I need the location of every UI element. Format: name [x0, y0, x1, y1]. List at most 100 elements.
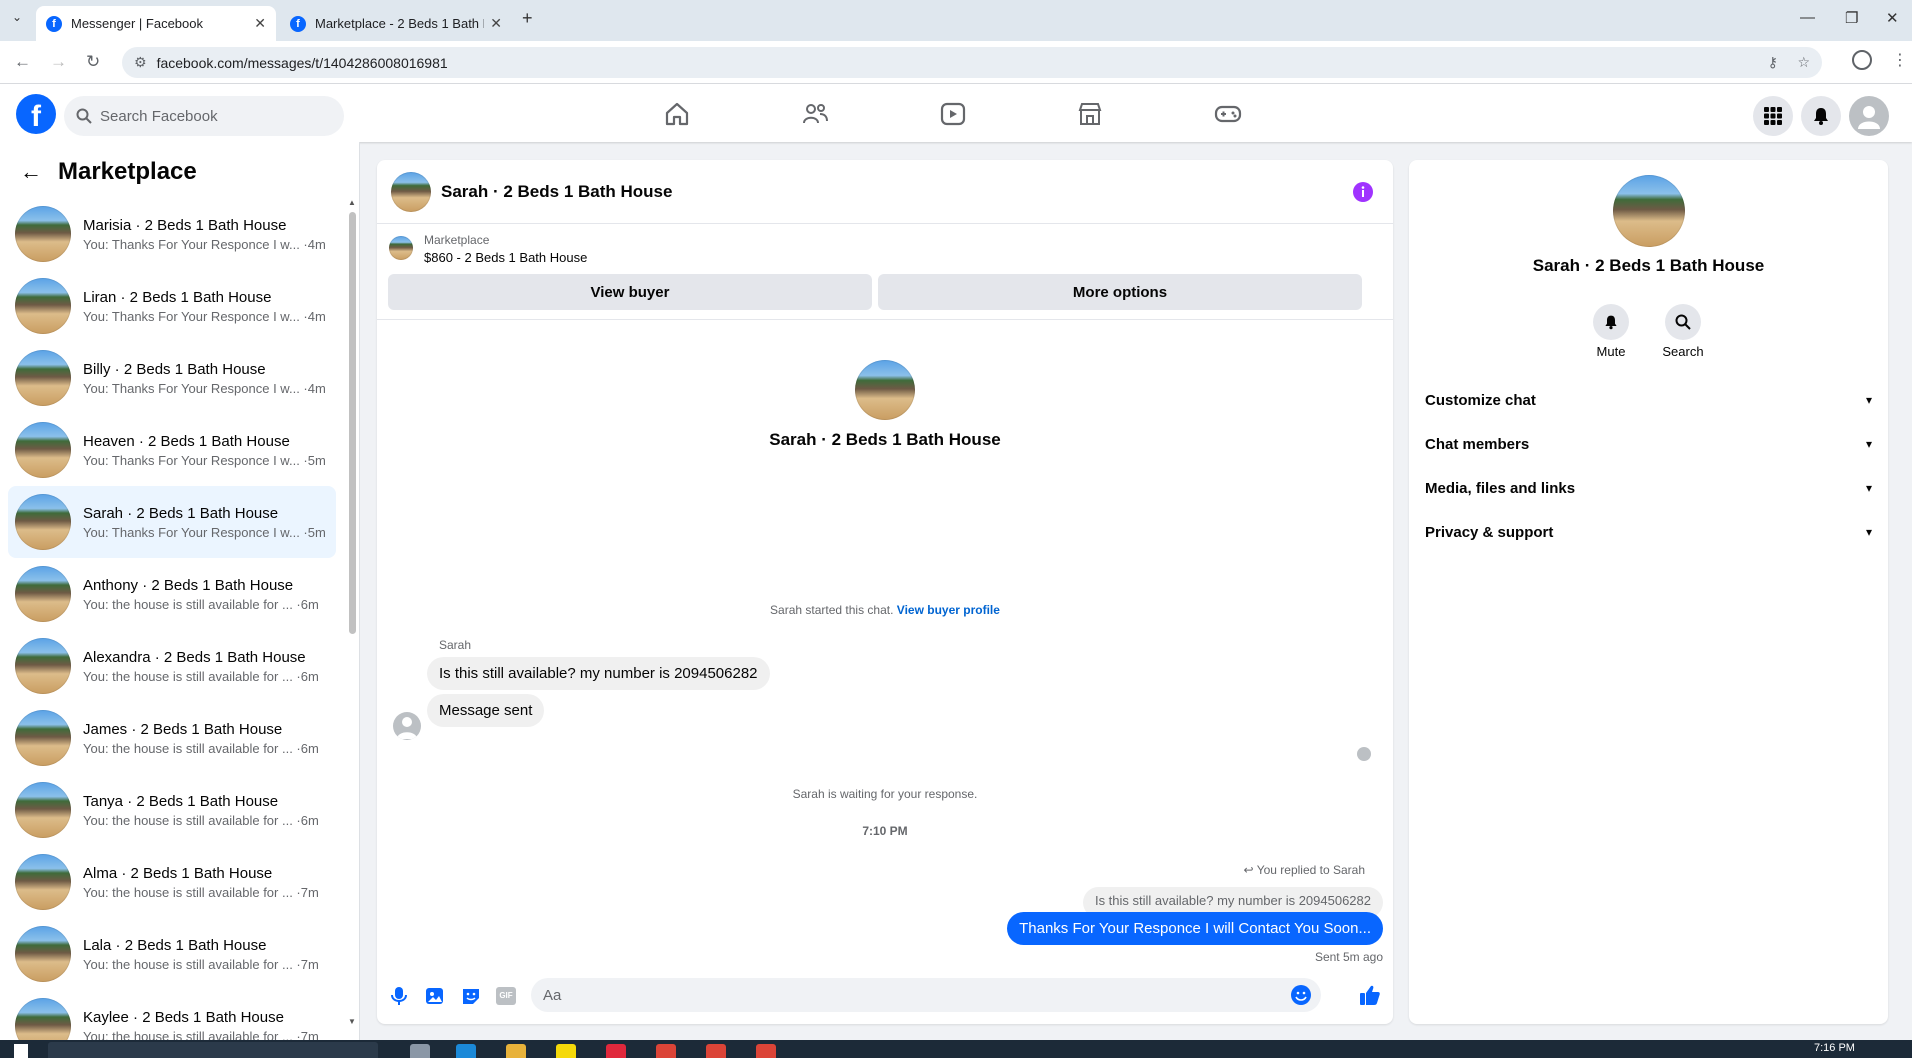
chevron-down-icon: ▾	[1865, 437, 1872, 451]
privacy-support-row[interactable]: Privacy & support ▾	[1425, 512, 1872, 552]
password-key-icon[interactable]: ⚷	[1768, 54, 1778, 71]
scrollbar-thumb[interactable]	[349, 212, 356, 634]
conversation-snippet: You: Thanks For Your Responce I w... ·4m	[83, 308, 326, 324]
chrome-icon[interactable]	[656, 1044, 676, 1058]
conversation-item[interactable]: Anthony · 2 Beds 1 Bath House You: the ho…	[8, 558, 336, 630]
sticker-icon[interactable]	[461, 986, 481, 1006]
back-icon[interactable]: ←	[14, 52, 31, 72]
sticky-notes-icon[interactable]	[556, 1044, 576, 1058]
conversation-item[interactable]: Kaylee · 2 Beds 1 Bath House You: the hou…	[8, 990, 336, 1040]
minimize-icon[interactable]: —	[1800, 9, 1815, 26]
chat-info-panel: Sarah · 2 Beds 1 Bath House Mute Search …	[1409, 160, 1888, 1024]
photo-icon[interactable]	[425, 986, 445, 1006]
conversation-snippet: You: the house is still available for ..…	[83, 740, 319, 756]
emoji-icon[interactable]	[1291, 985, 1311, 1005]
listing-avatar	[15, 422, 71, 478]
restore-icon[interactable]: ❐	[1845, 9, 1858, 27]
menu-grid-button[interactable]	[1753, 96, 1793, 136]
menu-kebab-icon[interactable]: ⋮	[1892, 50, 1908, 70]
more-options-button[interactable]: More options	[878, 274, 1362, 310]
bookmark-star-icon[interactable]: ☆	[1797, 54, 1810, 71]
taskbar-search-box[interactable]	[48, 1042, 378, 1058]
incoming-message[interactable]: Message sent	[427, 694, 545, 727]
conversation-snippet: You: the house is still available for ..…	[83, 1028, 319, 1041]
tab-messenger[interactable]: f Messenger | Facebook ✕	[36, 6, 276, 41]
message-input[interactable]: Aa	[531, 978, 1321, 1012]
info-icon[interactable]	[1353, 182, 1373, 202]
conversation-name: Tanya · 2 Beds 1 Bath House	[83, 792, 279, 810]
sender-name: Sarah	[439, 638, 472, 652]
marketplace-label: Marketplace	[424, 233, 490, 247]
listing-avatar	[15, 278, 71, 334]
conversation-item[interactable]: Alma · 2 Beds 1 Bath House You: the house…	[8, 846, 336, 918]
scroll-up-arrow-icon[interactable]: ▲	[348, 198, 356, 207]
close-window-icon[interactable]: ✕	[1886, 9, 1899, 27]
view-buyer-button[interactable]: View buyer	[388, 274, 872, 310]
file-explorer-icon[interactable]	[506, 1044, 526, 1058]
conversation-name: Lala · 2 Beds 1 Bath House	[83, 936, 267, 954]
thumbs-up-icon[interactable]	[1359, 984, 1381, 1006]
chat-title[interactable]: Sarah · 2 Beds 1 Bath House	[441, 182, 672, 202]
facebook-logo[interactable]: f	[16, 94, 56, 134]
microphone-icon[interactable]	[390, 986, 408, 1006]
account-avatar[interactable]	[1849, 96, 1889, 136]
edge-icon[interactable]	[456, 1044, 476, 1058]
conversation-item[interactable]: James · 2 Beds 1 Bath House You: the hous…	[8, 702, 336, 774]
listing-avatar	[15, 854, 71, 910]
outgoing-message[interactable]: Thanks For Your Responce I will Contact …	[1007, 912, 1383, 945]
input-placeholder: Aa	[543, 986, 562, 1004]
started-text: Sarah started this chat.	[770, 603, 894, 617]
chrome-active-icon[interactable]	[756, 1044, 776, 1058]
home-icon[interactable]	[663, 100, 691, 128]
conversation-item[interactable]: Billy · 2 Beds 1 Bath House You: Thanks F…	[8, 342, 336, 414]
scroll-down-arrow-icon[interactable]: ▼	[348, 1017, 356, 1026]
app-icon[interactable]	[606, 1044, 626, 1058]
listing-thumbnail[interactable]	[389, 236, 413, 260]
facebook-favicon-icon: f	[46, 15, 62, 32]
forward-icon[interactable]: →	[50, 52, 67, 72]
new-tab-icon[interactable]: +	[522, 8, 533, 29]
close-tab-icon[interactable]: ✕	[254, 15, 266, 32]
conversation-item-active[interactable]: Sarah · 2 Beds 1 Bath House You: Thanks F…	[8, 486, 336, 558]
tab-search-chevron-icon[interactable]: ⌄	[12, 10, 22, 24]
conversation-snippet: You: Thanks For Your Responce I w... ·4m	[83, 236, 326, 252]
conversation-item[interactable]: Tanya · 2 Beds 1 Bath House You: the hous…	[8, 774, 336, 846]
notifications-button[interactable]	[1801, 96, 1841, 136]
friends-icon[interactable]	[801, 100, 829, 128]
search-in-chat-button[interactable]	[1665, 304, 1701, 340]
taskview-icon[interactable]	[410, 1044, 430, 1058]
windows-start-icon[interactable]	[14, 1044, 28, 1058]
reload-icon[interactable]: ↻	[86, 52, 100, 72]
url-field[interactable]: ⚙ facebook.com/messages/t/14042860080169…	[122, 47, 1822, 78]
chrome-icon[interactable]	[706, 1044, 726, 1058]
message-composer: GIF Aa	[377, 968, 1393, 1024]
tab-marketplace[interactable]: f Marketplace - 2 Beds 1 Bath Ho ✕	[280, 6, 512, 41]
sidebar-scrollbar[interactable]: ▲ ▼	[348, 198, 356, 1026]
tab-label: Marketplace - 2 Beds 1 Bath Ho	[315, 16, 485, 31]
chat-avatar[interactable]	[391, 171, 431, 212]
conversation-item[interactable]: Liran · 2 Beds 1 Bath House You: Thanks F…	[8, 270, 336, 342]
profile-icon[interactable]	[1852, 50, 1872, 70]
conversation-item[interactable]: Heaven · 2 Beds 1 Bath House You: Thanks …	[8, 414, 336, 486]
marketplace-icon[interactable]	[1076, 100, 1104, 128]
profile-avatar[interactable]	[1613, 175, 1685, 247]
listing-title[interactable]: $860 - 2 Beds 1 Bath House	[424, 250, 587, 265]
listing-avatar	[15, 998, 71, 1040]
conversation-item[interactable]: Lala · 2 Beds 1 Bath House You: the house…	[8, 918, 336, 990]
gaming-icon[interactable]	[1214, 100, 1242, 128]
incoming-message[interactable]: Is this still available? my number is 20…	[427, 657, 770, 690]
customize-chat-row[interactable]: Customize chat ▾	[1425, 380, 1872, 420]
back-arrow-icon[interactable]: ←	[20, 159, 42, 185]
seen-indicator-icon	[1357, 747, 1371, 761]
media-files-links-row[interactable]: Media, files and links ▾	[1425, 468, 1872, 508]
site-info-icon[interactable]: ⚙	[134, 54, 147, 71]
view-buyer-profile-link[interactable]: View buyer profile	[897, 603, 1000, 617]
search-facebook-input[interactable]: Search Facebook	[64, 96, 344, 136]
mute-button[interactable]	[1593, 304, 1629, 340]
conversation-item[interactable]: Marisia · 2 Beds 1 Bath House You: Thanks…	[8, 198, 336, 270]
gif-icon[interactable]: GIF	[496, 987, 516, 1005]
close-tab-icon[interactable]: ✕	[490, 15, 502, 32]
chat-members-row[interactable]: Chat members ▾	[1425, 424, 1872, 464]
conversation-item[interactable]: Alexandra · 2 Beds 1 Bath House You: the …	[8, 630, 336, 702]
video-icon[interactable]	[939, 100, 967, 128]
